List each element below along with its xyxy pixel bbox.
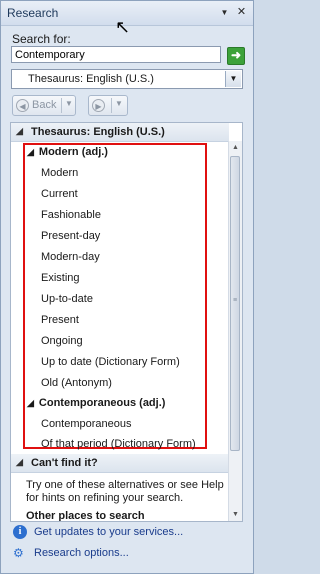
grip-icon: ≡ [233, 297, 238, 304]
category-modern[interactable]: ◢ Modern (adj.) [27, 146, 108, 158]
help-text: Try one of these alternatives or see Hel… [26, 479, 224, 504]
scrollbar-thumb[interactable]: ≡ [230, 156, 240, 451]
collapse-triangle-icon: ◢ [16, 457, 23, 467]
results-panel: ◢ Thesaurus: English (U.S.) ◢ Modern (adj… [10, 122, 243, 522]
synonym-item[interactable]: Of that period (Dictionary Form) [41, 438, 196, 450]
synonym-item[interactable]: Present-day [41, 230, 100, 242]
synonym-item[interactable]: Present [41, 314, 79, 326]
cant-find-section-header[interactable]: ◢ Can't find it? [11, 454, 229, 473]
synonym-item[interactable]: Contemporaneous [41, 418, 132, 430]
thesaurus-section-header[interactable]: ◢ Thesaurus: English (U.S.) [11, 123, 229, 142]
synonym-item[interactable]: Up to date (Dictionary Form) [41, 356, 180, 368]
forward-history-dropdown-icon[interactable]: ▼ [115, 99, 123, 108]
category-contemporaneous[interactable]: ◢ Contemporaneous (adj.) [27, 397, 165, 409]
reference-source-selected: Thesaurus: English (U.S.) [28, 73, 154, 85]
pane-options-dropdown-icon[interactable]: ▼ [217, 5, 232, 20]
back-button[interactable]: ◀ Back ▼ [12, 95, 76, 116]
forward-button[interactable]: ▶ ▼ [88, 95, 128, 116]
thesaurus-section-title: Thesaurus: English (U.S.) [31, 126, 165, 138]
back-arrow-icon: ◀ [16, 99, 29, 112]
synonym-item[interactable]: Fashionable [41, 209, 101, 221]
back-label: Back [32, 99, 57, 111]
start-search-button[interactable]: ➜ [227, 47, 245, 65]
cant-find-title: Can't find it? [31, 457, 98, 469]
chevron-down-icon[interactable]: ▼ [225, 71, 241, 87]
reference-source-select[interactable]: Thesaurus: English (U.S.) ▼ [11, 69, 243, 89]
mouse-cursor-icon: ↖ [115, 17, 131, 37]
other-places-heading: Other places to search [26, 510, 145, 522]
synonym-item[interactable]: Old (Antonym) [41, 377, 112, 389]
info-icon: i [13, 525, 27, 539]
scroll-up-arrow-icon[interactable]: ▲ [229, 141, 242, 154]
synonym-item[interactable]: Ongoing [41, 335, 83, 347]
synonym-item[interactable]: Modern-day [41, 251, 100, 263]
scroll-down-arrow-icon[interactable]: ▼ [229, 508, 242, 521]
synonym-item[interactable]: Modern [41, 167, 78, 179]
pane-title: Research [7, 6, 59, 20]
collapse-triangle-icon: ◢ [27, 147, 34, 157]
back-history-dropdown-icon[interactable]: ▼ [65, 99, 73, 108]
category-label: Contemporaneous (adj.) [38, 397, 166, 409]
collapse-triangle-icon: ◢ [16, 126, 23, 136]
search-input[interactable] [11, 46, 221, 63]
synonym-item[interactable]: Existing [41, 272, 80, 284]
split-divider [111, 98, 112, 113]
research-pane: Research ▼ ✕ ↖ Search for: ➜ Thesaurus: … [0, 0, 254, 574]
synonym-item[interactable]: Current [41, 188, 78, 200]
search-for-label: Search for: [12, 32, 71, 46]
get-updates-link[interactable]: Get updates to your services... [34, 526, 183, 538]
synonym-item[interactable]: Up-to-date [41, 293, 93, 305]
collapse-triangle-icon: ◢ [27, 398, 34, 408]
research-options-icon: ⚙ [13, 546, 24, 560]
pane-close-icon[interactable]: ✕ [234, 5, 249, 20]
forward-arrow-icon: ▶ [92, 99, 105, 112]
split-divider [61, 98, 62, 113]
research-options-link[interactable]: Research options... [34, 547, 129, 559]
category-label: Modern (adj.) [38, 146, 108, 158]
results-scrollbar[interactable]: ▲ ≡ ▼ [228, 141, 242, 521]
